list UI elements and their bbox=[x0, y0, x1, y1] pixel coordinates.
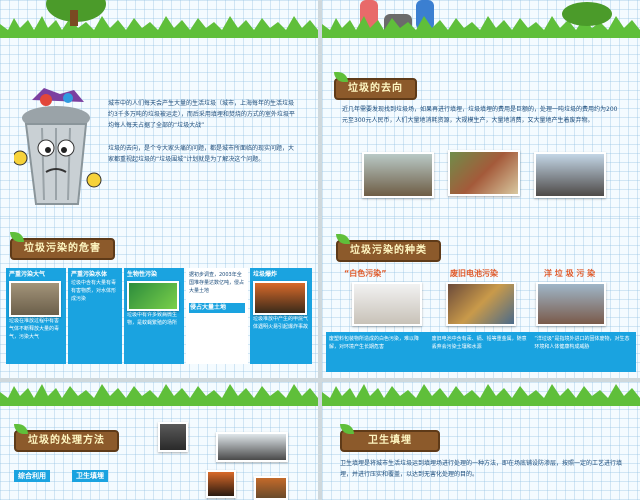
harm-bio-box: 生物性污染 垃圾中有许多致病微生物，是蚊蝇繁殖的场所 bbox=[124, 268, 184, 364]
treatment-photo-3 bbox=[206, 470, 236, 498]
grass-top-decoration bbox=[0, 384, 318, 406]
slide-treatment-methods[interactable]: 垃圾的处理方法 综合利用 卫生填埋 bbox=[0, 382, 318, 500]
slide-intro[interactable]: 城市中的人们每天会产生大量的生活垃圾（城市，上海每年的生活垃圾约3千多万吨的垃圾… bbox=[0, 0, 318, 248]
destination-paragraph: 近几年需要发现找到垃圾场，如果再进行填埋，垃圾填埋的费用是巨额的，处理一吨垃圾的… bbox=[342, 106, 618, 124]
grass-top-decoration bbox=[0, 16, 318, 38]
slide-title: 垃圾的去向 bbox=[334, 72, 417, 100]
harm-land-box: 据初步调查，2003年全国堆存量达数亿吨，侵占大量土地 侵占大量土地 bbox=[186, 268, 248, 364]
harm-water-title: 严重污染水体 bbox=[71, 271, 108, 278]
tree-trunk bbox=[70, 10, 78, 26]
type-battery-text: 废旧电池中含有汞、镉、铅等重金属，随意丢弃会污染土壤和水源 bbox=[431, 336, 527, 350]
slide-pollution-types[interactable]: 垃圾污染的种类 “白色污染” 废旧电池污染 洋 垃 圾 污 染 废塑料包装物所造… bbox=[322, 218, 640, 378]
landfill-paragraph: 卫生填埋是将城市生活垃圾运到填埋场进行处理的一种方法，即在场底铺设防渗层，按照一… bbox=[340, 460, 623, 478]
harm-water-box: 严重污染水体 垃圾中含有大量有毒有害物质，对水体形成污染 bbox=[68, 268, 122, 364]
harm-bio-photo bbox=[127, 281, 179, 311]
harm-explosion-photo bbox=[253, 281, 307, 315]
harm-air-photo bbox=[9, 281, 61, 317]
method-recycle-button[interactable]: 综合利用 bbox=[14, 470, 50, 482]
harm-air-title: 严重污染大气 bbox=[9, 271, 46, 278]
type-white-text: 废塑料包装物所造成的白色污染，难以降解，对环境产生长期危害 bbox=[329, 336, 420, 350]
landfill-photo-3 bbox=[534, 152, 606, 198]
harm-air-box: 严重污染大气 垃圾在堆放过程中有害气体不断释放大量的毒气，污染大气 bbox=[6, 268, 66, 364]
intro-paragraph-1: 城市中的人们每天会产生大量的生活垃圾（城市，上海每年的生活垃圾约3千多万吨的垃圾… bbox=[108, 100, 295, 129]
harm-explosion-text: 垃圾堆放中产生的甲烷气体遇明火易引起爆炸事故 bbox=[253, 316, 309, 330]
harm-water-text: 垃圾中含有大量有毒有害物质，对水体形成污染 bbox=[71, 280, 117, 302]
harm-land-text: 据初步调查，2003年全国堆存量达数亿吨，侵占大量土地 bbox=[189, 272, 245, 294]
treatment-photo-1 bbox=[158, 422, 188, 452]
type-foreign-text: “洋垃圾”是指境外进口的固体废物，对生态环境和人体健康构成威胁 bbox=[534, 336, 630, 350]
landfill-photo-1 bbox=[362, 152, 434, 198]
treatment-photo-4 bbox=[254, 476, 288, 500]
intro-paragraph-2: 垃圾的去向，是个令大家头痛的问题，都是城市所面临的现实问题，大家都重视起垃圾的“… bbox=[108, 145, 295, 163]
slide-harms[interactable]: 垃圾污染的危害 严重污染大气 垃圾在堆放过程中有害气体不断释放大量的毒气，污染大… bbox=[0, 218, 318, 378]
type-battery-title: 废旧电池污染 bbox=[450, 269, 498, 278]
type-white-title: “白色污染” bbox=[344, 269, 387, 278]
slide-title: 卫生填埋 bbox=[340, 424, 440, 452]
method-landfill-button[interactable]: 卫生填埋 bbox=[72, 470, 108, 482]
slide-title: 垃圾污染的种类 bbox=[336, 234, 441, 262]
harm-bio-text: 垃圾中有许多致病微生物，是蚊蝇繁殖的场所 bbox=[127, 312, 178, 326]
treatment-photo-2 bbox=[216, 432, 288, 462]
trash-can-mascot-icon bbox=[14, 88, 102, 205]
harm-land-title: 侵占大量土地 bbox=[189, 303, 245, 313]
slide-title: 垃圾污染的危害 bbox=[10, 232, 115, 260]
pollution-types-description: 废塑料包装物所造成的白色污染，难以降解，对环境产生长期危害 废旧电池中含有汞、镉… bbox=[326, 332, 636, 372]
type-foreign-title: 洋 垃 圾 污 染 bbox=[544, 269, 596, 278]
landfill-photo-2 bbox=[448, 150, 520, 196]
harm-explosion-box: 垃圾爆炸 垃圾堆放中产生的甲烷气体遇明火易引起爆炸事故 bbox=[250, 268, 312, 364]
grass-top-decoration bbox=[322, 384, 640, 406]
type-battery-photo bbox=[446, 282, 516, 326]
slide-garbage-destination[interactable]: 垃圾的去向 近几年需要发现找到垃圾场，如果再进行填埋，垃圾填埋的费用是巨额的，处… bbox=[322, 0, 640, 248]
type-white-photo bbox=[352, 282, 422, 326]
harm-air-text: 垃圾在堆放过程中有害气体不断释放大量的毒气，污染大气 bbox=[9, 318, 60, 340]
tree-decoration bbox=[562, 2, 612, 26]
slide-sanitary-landfill[interactable]: 卫生填埋 卫生填埋是将城市生活垃圾运到填埋场进行处理的一种方法，即在场底铺设防渗… bbox=[322, 382, 640, 500]
harm-bio-title: 生物性污染 bbox=[127, 271, 158, 278]
slide-title: 垃圾的处理方法 bbox=[14, 424, 119, 452]
harm-explosion-title: 垃圾爆炸 bbox=[253, 271, 278, 278]
type-foreign-photo bbox=[536, 282, 606, 326]
